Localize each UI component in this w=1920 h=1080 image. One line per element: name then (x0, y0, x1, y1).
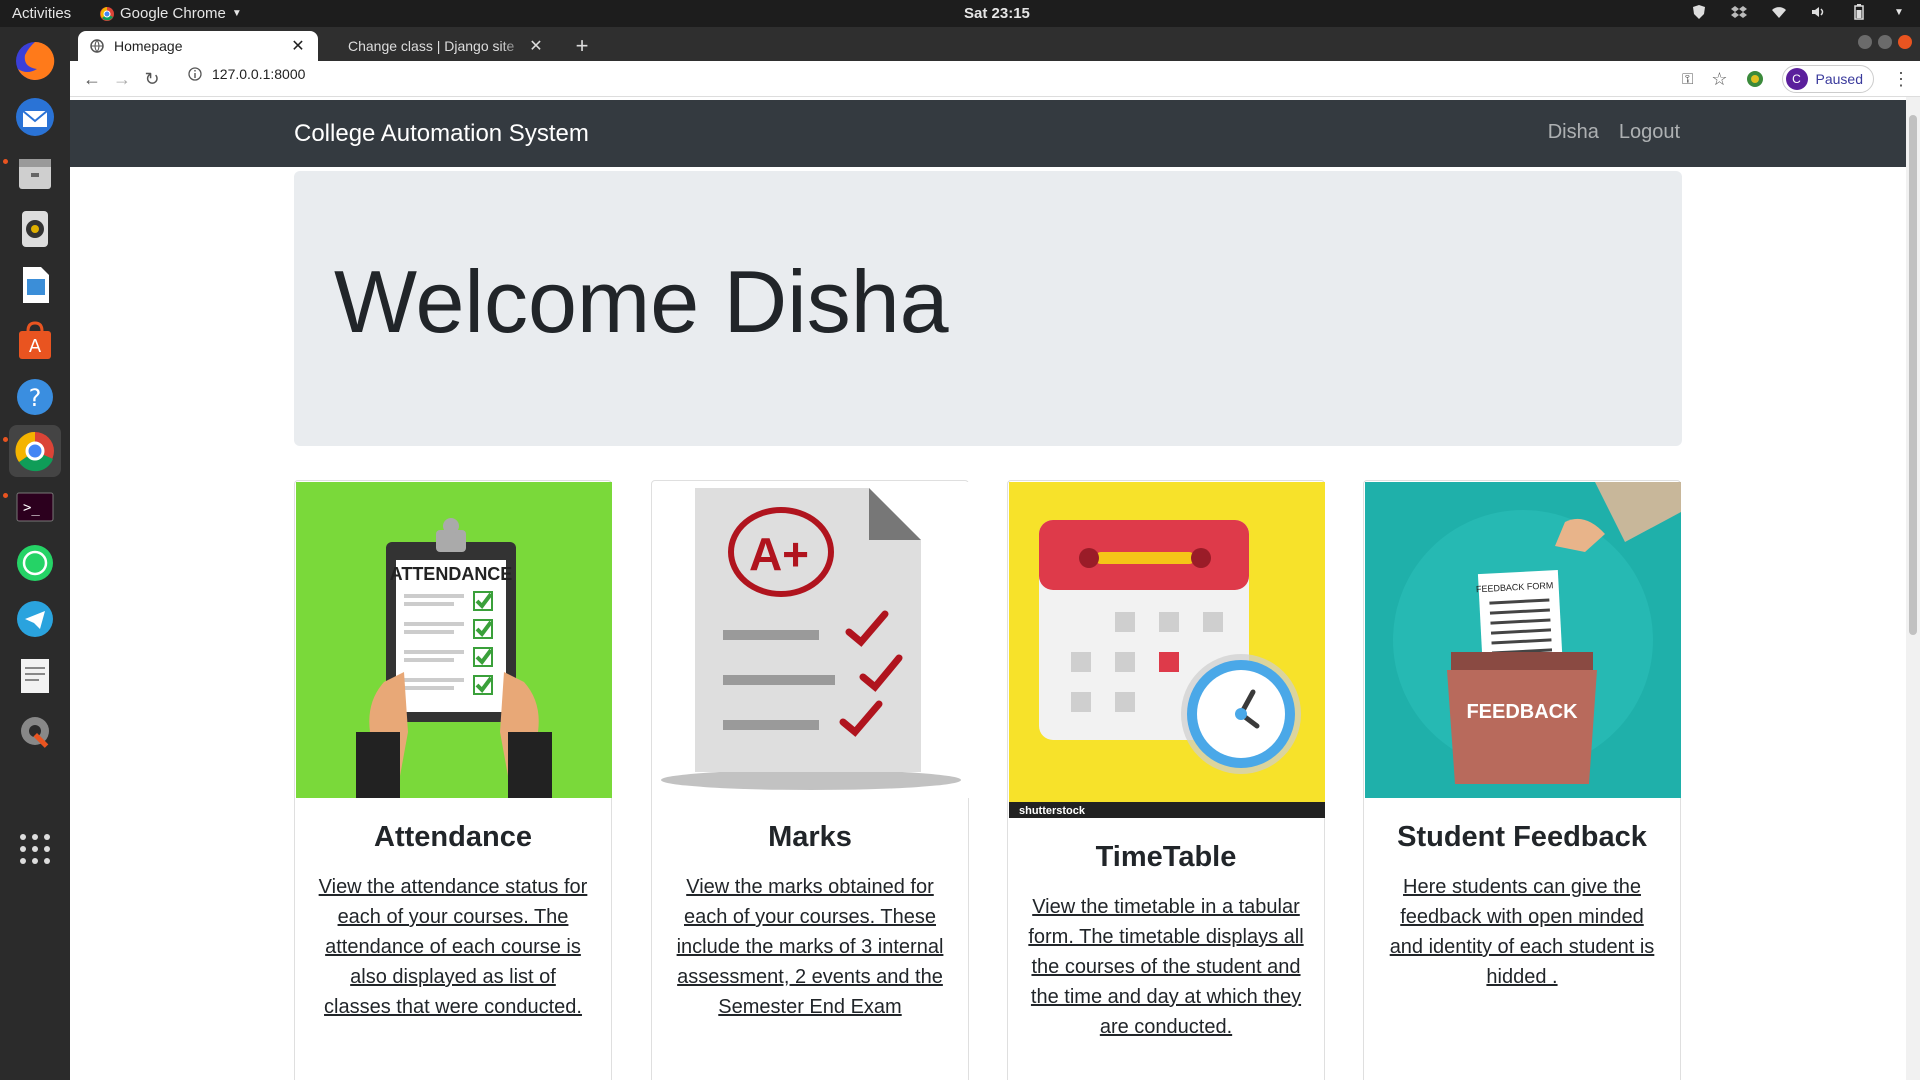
card-attendance: ATTENDANCE Attendance View the attendanc… (294, 480, 612, 1080)
text-editor-icon[interactable] (9, 649, 61, 701)
card-title: Attendance (374, 821, 532, 853)
tab-homepage[interactable]: Homepage ✕ (78, 31, 318, 61)
grade-text: A+ (749, 528, 809, 580)
svg-text:?: ? (29, 384, 42, 412)
show-applications-icon[interactable] (9, 823, 61, 875)
svg-text:A: A (29, 336, 42, 357)
system-top-bar: Activities Google Chrome ▼ Sat 23:15 ▼ (0, 0, 1920, 27)
chrome-icon[interactable] (9, 425, 61, 477)
url-text: 127.0.0.1:8000 (212, 66, 306, 82)
close-icon[interactable]: ✕ (528, 36, 544, 56)
profile-status: Paused (1815, 71, 1863, 87)
card-title: Student Feedback (1397, 821, 1647, 853)
address-bar[interactable]: 127.0.0.1:8000 (188, 66, 305, 82)
software-center-icon[interactable]: A (9, 315, 61, 367)
running-indicator (3, 159, 8, 164)
card-link[interactable]: View the marks obtained for each of your… (672, 872, 948, 1022)
maximize-button[interactable] (1878, 35, 1892, 49)
new-tab-button[interactable]: + (570, 33, 594, 59)
toolbar-actions: ⚿ ☆ C Paused ⋮ (1682, 65, 1910, 93)
settings-icon[interactable] (9, 705, 61, 757)
kebab-menu-icon[interactable]: ⋮ (1892, 69, 1910, 90)
nav-user-link[interactable]: Disha (1548, 121, 1599, 144)
rhythmbox-icon[interactable] (9, 203, 61, 255)
info-icon (188, 67, 202, 81)
watermark-text: shutterstock (1019, 805, 1086, 817)
marks-document-image: A+ (653, 482, 969, 798)
app-menu[interactable]: Google Chrome ▼ (100, 5, 242, 22)
box-label: FEEDBACK (1466, 701, 1578, 723)
calendar-clock-image: shutterstock (1009, 482, 1325, 818)
files-icon[interactable] (9, 147, 61, 199)
browser-tab-strip: Homepage ✕ Change class | Django site ✕ … (70, 27, 1920, 61)
chrome-icon (100, 6, 114, 21)
back-arrow-icon[interactable]: ← (80, 67, 104, 91)
web-page: College Automation System Disha Logout W… (70, 97, 1906, 1080)
running-indicator (3, 493, 8, 498)
scrollbar-thumb[interactable] (1909, 115, 1917, 635)
tab-title: Change class | Django site (348, 38, 515, 54)
welcome-heading: Welcome Disha (334, 252, 949, 351)
clock[interactable]: Sat 23:15 (964, 5, 1030, 22)
terminal-icon[interactable]: >_ (9, 481, 61, 533)
svg-text:ATTENDANCE: ATTENDANCE (390, 564, 513, 584)
tab-title: Homepage (114, 38, 183, 54)
card-marks: A+ Marks View the marks obtained for eac… (651, 480, 969, 1080)
card-link[interactable]: View the attendance status for each of y… (315, 872, 591, 1022)
welcome-jumbotron: Welcome Disha (294, 171, 1682, 446)
battery-icon[interactable] (1850, 3, 1868, 21)
globe-icon (90, 39, 104, 53)
firefox-icon[interactable] (9, 35, 61, 87)
card-title: TimeTable (1095, 841, 1237, 873)
system-menu-icon[interactable]: ▼ (1890, 3, 1908, 21)
help-icon[interactable]: ? (9, 371, 61, 423)
close-window-button[interactable] (1898, 35, 1912, 49)
ubuntu-dock: A ? >_ (0, 27, 70, 1080)
site-brand[interactable]: College Automation System (294, 120, 589, 148)
window-controls (1858, 35, 1912, 49)
svg-text:>_: >_ (23, 500, 40, 516)
card-student-feedback: FEEDBACK FORM FEEDBACK Student Feedback … (1363, 480, 1681, 1080)
running-indicator (3, 437, 8, 442)
nav-links: Disha Logout (1548, 121, 1680, 144)
close-icon[interactable]: ✕ (290, 36, 306, 56)
card-timetable: shutterstock TimeTable View the timetabl… (1007, 480, 1325, 1080)
feedback-box-image: FEEDBACK FORM FEEDBACK (1365, 482, 1681, 798)
tab-django-admin[interactable]: Change class | Django site ✕ (326, 31, 556, 61)
card-link[interactable]: View the timetable in a tabular form. Th… (1028, 892, 1304, 1042)
wifi-icon[interactable] (1770, 3, 1788, 21)
reload-icon[interactable]: ↻ (140, 67, 164, 91)
key-icon[interactable]: ⚿ (1682, 71, 1693, 88)
nav-logout-link[interactable]: Logout (1619, 121, 1680, 144)
minimize-button[interactable] (1858, 35, 1872, 49)
star-icon[interactable]: ☆ (1711, 69, 1727, 90)
attendance-clipboard-image: ATTENDANCE (296, 482, 612, 798)
volume-icon[interactable] (1810, 3, 1828, 21)
forward-arrow-icon[interactable]: → (110, 67, 134, 91)
system-tray[interactable]: ▼ (1690, 3, 1908, 21)
profile-button[interactable]: C Paused (1781, 65, 1874, 93)
whatsapp-icon[interactable] (9, 537, 61, 589)
card-title: Marks (768, 821, 852, 853)
site-navbar: College Automation System Disha Logout (70, 100, 1906, 167)
chevron-down-icon: ▼ (231, 8, 242, 19)
shield-icon[interactable] (1690, 3, 1708, 21)
thunderbird-icon[interactable] (9, 91, 61, 143)
writer-icon[interactable] (9, 259, 61, 311)
browser-toolbar: ← → ↻ 127.0.0.1:8000 ⚿ ☆ C Paused ⋮ (70, 61, 1920, 97)
avatar: C (1785, 68, 1808, 90)
activities-button[interactable]: Activities (12, 5, 71, 22)
card-link[interactable]: Here students can give the feedback with… (1384, 872, 1660, 992)
app-menu-label: Google Chrome (120, 5, 226, 22)
dropbox-icon[interactable] (1730, 3, 1748, 21)
extension-icon[interactable] (1746, 70, 1764, 88)
page-scrollbar[interactable] (1906, 97, 1920, 1080)
telegram-icon[interactable] (9, 593, 61, 645)
